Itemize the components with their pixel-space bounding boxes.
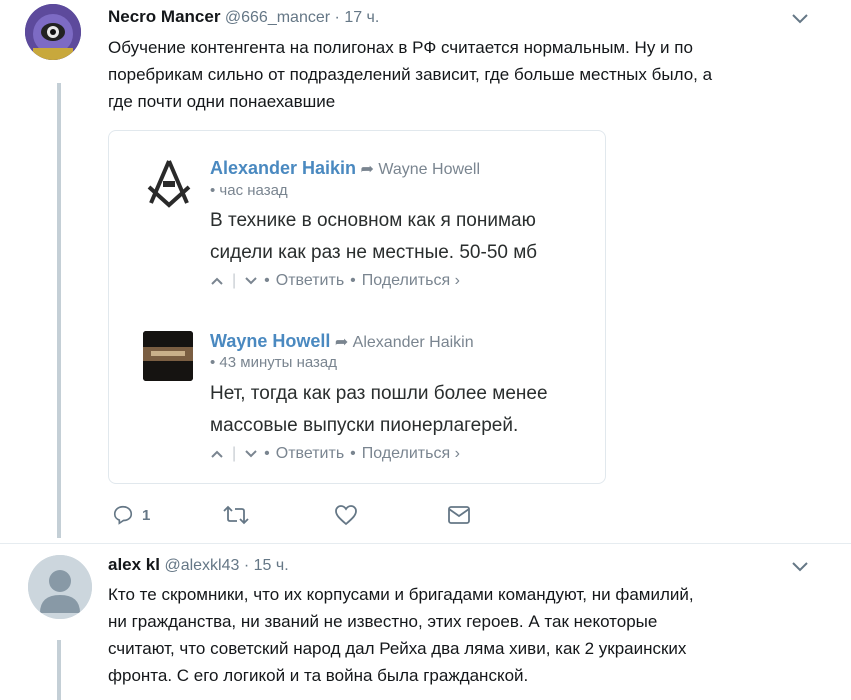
reply-arrow-icon: ➦ [360,161,374,178]
text-line: поребрикам сильно от подразделений завис… [108,65,713,84]
avatar-image [25,4,81,60]
like-icon [335,505,357,526]
separator: · [334,9,340,26]
retweet-button[interactable] [222,504,250,526]
text-line: фронта. С его логикой и та война была гр… [108,666,529,685]
tweet-text: Кто те скромники, что их корпусами и бри… [108,581,828,689]
comment-header: Alexander Haikin ➦ Wayne Howell [210,158,480,179]
chevron-down-icon[interactable] [790,560,810,579]
separator: • [264,272,270,289]
separator: • [350,272,356,289]
author-name[interactable]: Necro Mancer [108,7,220,26]
text-line: Кто те скромники, что их корпусами и бри… [108,585,694,604]
tweet-text: Обучение контенгента на полигонах в РФ с… [108,34,828,115]
avatar[interactable] [25,4,81,60]
reply-icon [113,505,133,525]
comment-header: Wayne Howell ➦ Alexander Haikin [210,331,474,352]
reply-to: Alexander Haikin [352,334,474,351]
default-avatar-icon [28,555,92,619]
comment-time: • 43 минуты назад [210,354,337,371]
reply-link: Ответить [275,445,345,462]
comment-time: • час назад [210,182,288,199]
separator: • [264,445,270,462]
tweet-header: Necro Mancer @666_mancer · 17 ч. [108,7,379,27]
thread-line [57,640,61,700]
reply-link: Ответить [275,272,345,289]
comment-text: В технике в основном как я понимаю сидел… [210,205,537,269]
reply-arrow-icon: ➦ [334,334,349,351]
text-line: Обучение контенгента на полигонах в РФ с… [108,38,693,57]
direct-message-button[interactable] [447,504,471,526]
text-line: В технике в основном как я понимаю [210,210,536,231]
comment-actions: | • Ответить • Поделиться › [210,445,460,463]
like-button[interactable] [334,504,358,526]
author-name[interactable]: alex kl [108,555,160,574]
reply-count: 1 [142,506,151,524]
separator: • [350,445,356,462]
timestamp[interactable]: 15 ч. [254,557,289,574]
comment-text: Нет, тогда как раз пошли более менее мас… [210,378,548,442]
timestamp[interactable]: 17 ч. [344,9,379,26]
comment-author: Wayne Howell [210,331,331,351]
author-handle[interactable]: @alexkl43 [164,557,239,574]
user-avatar [143,331,193,381]
chevron-down-icon[interactable] [790,12,810,31]
text-line: массовые выпуски пионерлагерей. [210,415,519,436]
share-link: Поделиться › [361,272,460,289]
reply-to: Wayne Howell [378,161,481,178]
embedded-image[interactable]: Alexander Haikin ➦ Wayne Howell • час на… [108,130,606,484]
thread-line [57,83,61,538]
downvote-icon [245,450,257,458]
reply-button[interactable]: 1 [112,504,150,526]
retweet-icon [223,505,249,525]
author-handle[interactable]: @666_mancer [225,9,330,26]
share-link: Поделиться › [361,445,460,462]
upvote-icon [211,277,223,285]
upvote-icon [211,450,223,458]
tweet-header: alex kl @alexkl43 · 15 ч. [108,555,289,575]
downvote-icon [245,277,257,285]
masonic-avatar [143,157,195,209]
comment-actions: | • Ответить • Поделиться › [210,272,460,290]
text-line: где почти одни понаехавшие [108,92,336,111]
text-line: Нет, тогда как раз пошли более менее [210,383,548,404]
direct-message-icon [448,506,470,524]
text-line: считают, что советский народ дал Рейха д… [108,639,687,658]
comment-author: Alexander Haikin [210,158,357,178]
text-line: сидели как раз не местные. 50-50 мб [210,242,537,263]
avatar[interactable] [28,555,92,619]
text-line: ни гражданства, ни званий не известно, э… [108,612,658,631]
divider [0,543,851,544]
separator: · [243,557,250,574]
